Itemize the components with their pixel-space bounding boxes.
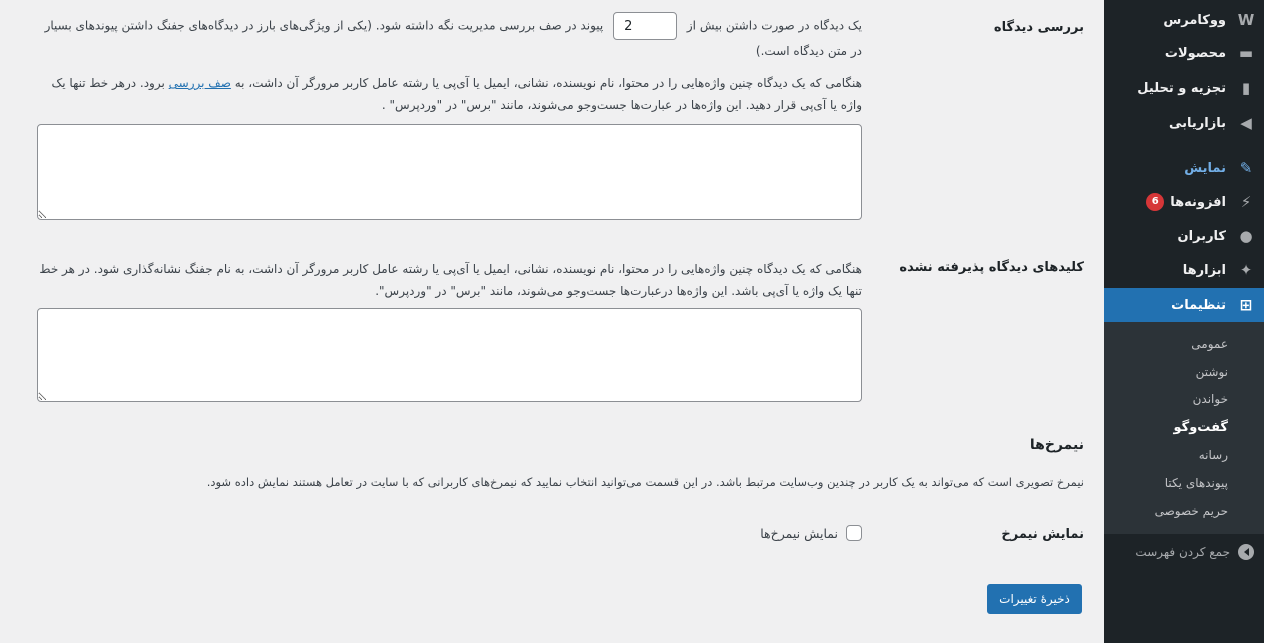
submenu-media[interactable]: رسانه (1104, 441, 1264, 469)
menu-settings[interactable]: ⊞ تنظیمات (1096, 288, 1264, 322)
menu-users[interactable]: ● کاربران (1104, 220, 1264, 252)
settings-submenu: عمومی نوشتن خواندن گفت‌وگو رسانه پیوندها… (1104, 322, 1264, 534)
menu-label: نمایش (1184, 160, 1226, 176)
menu-woocommerce[interactable]: W ووکامرس (1104, 4, 1264, 36)
show-avatars-checkbox[interactable] (846, 525, 862, 541)
moderation-desc-before: هنگامی که یک دیدگاه چنین واژه‌هایی را در… (234, 76, 862, 90)
disallowed-keys-heading: کلیدهای دیدگاه پذیرفته نشده (899, 260, 1084, 275)
menu-label: تنظیمات (1171, 297, 1226, 313)
bar-chart-icon: ▮ (1241, 79, 1251, 97)
submenu-privacy[interactable]: حریم خصوصی (1104, 497, 1264, 525)
avatars-section-title: نیمرخ‌ها (1029, 437, 1084, 453)
menu-marketing[interactable]: ◀ بازاریابی (1104, 107, 1264, 139)
menu-plugins[interactable]: ⚡ افزونه‌ها 6 (1104, 186, 1264, 218)
archive-icon: ▬ (1238, 44, 1254, 62)
menu-label: کاربران (1177, 228, 1226, 244)
save-changes-button[interactable]: ذخیرهٔ تغییرات (987, 584, 1082, 614)
moderation-keys-textarea[interactable] (37, 124, 862, 220)
paintbrush-icon: ✎ (1239, 159, 1253, 177)
update-count-badge: 6 (1146, 193, 1165, 211)
submenu-permalinks[interactable]: پیوندهای یکتا (1104, 469, 1264, 497)
current-menu-caret (1096, 296, 1104, 312)
menu-label: افزونه‌ها (1170, 194, 1226, 210)
menu-products[interactable]: ▬ محصولات (1104, 37, 1264, 69)
megaphone-icon: ◀ (1240, 114, 1252, 132)
woo-icon: W (1237, 11, 1255, 29)
submenu-general[interactable]: عمومی (1104, 330, 1264, 358)
menu-appearance[interactable]: ✎ نمایش (1104, 152, 1264, 184)
user-icon: ● (1239, 227, 1253, 245)
menu-label: محصولات (1164, 45, 1226, 61)
moderation-keys-description: هنگامی که یک دیدگاه چنین واژه‌هایی را در… (37, 72, 862, 116)
submenu-discussion[interactable]: گفت‌وگو (1104, 413, 1264, 441)
settings-icon: ⊞ (1239, 296, 1253, 314)
show-avatars-heading: نمایش نیمرخ (1001, 527, 1084, 542)
admin-sidebar: W ووکامرس ▬ محصولات ▮ تجزیه و تحلیل ◀ با… (1096, 0, 1264, 643)
menu-analytics[interactable]: ▮ تجزیه و تحلیل (1104, 72, 1264, 104)
collapse-arrow-icon (1238, 544, 1254, 560)
moderation-links-setting: یک دیدگاه در صورت داشتن بیش از پیوند در … (37, 12, 862, 62)
disallowed-keys-description: هنگامی که یک دیدگاه چنین واژه‌هایی را در… (39, 262, 862, 298)
moderation-links-text-before: یک دیدگاه در صورت داشتن بیش از (686, 18, 862, 33)
show-avatars-option[interactable]: نمایش نیمرخ‌ها (760, 525, 862, 541)
menu-tools[interactable]: ✦ ابزارها (1104, 254, 1264, 286)
wrench-icon: ✦ (1239, 261, 1253, 279)
show-avatars-label: نمایش نیمرخ‌ها (760, 525, 838, 541)
menu-label: ووکامرس (1163, 12, 1226, 28)
disallowed-keys-textarea[interactable] (37, 308, 862, 402)
comment-moderation-heading: بررسی دیدگاه (993, 20, 1084, 35)
submenu-writing[interactable]: نوشتن (1104, 358, 1264, 386)
moderation-queue-link[interactable]: صف بررسی (169, 76, 231, 90)
collapse-menu-button[interactable]: جمع کردن فهرست (1104, 538, 1264, 566)
moderation-links-input[interactable] (613, 12, 678, 40)
avatars-description: نیمرخ تصویری است که می‌تواند به یک کاربر… (206, 475, 1084, 489)
menu-label: بازاریابی (1169, 115, 1226, 131)
menu-label: تجزیه و تحلیل (1137, 80, 1226, 96)
menu-label: ابزارها (1182, 262, 1226, 278)
plugin-icon: ⚡ (1240, 193, 1252, 211)
collapse-menu-label: جمع کردن فهرست (1135, 545, 1230, 559)
submenu-reading[interactable]: خواندن (1104, 385, 1264, 413)
